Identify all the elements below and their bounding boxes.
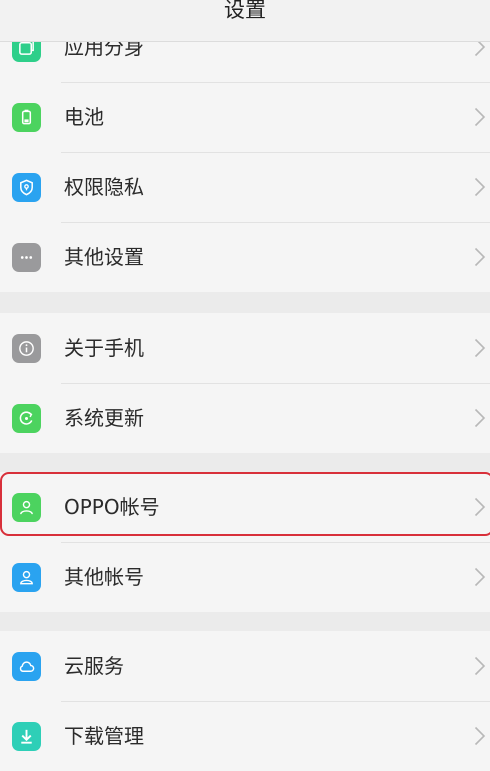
download-icon bbox=[12, 722, 41, 751]
row-label: 系统更新 bbox=[64, 406, 144, 430]
row-download-manager[interactable]: 下载管理 bbox=[0, 701, 490, 771]
title-bar: 设置 bbox=[0, 0, 490, 42]
chevron-right-icon bbox=[474, 338, 486, 358]
row-label: 云服务 bbox=[64, 654, 124, 678]
row-system-update[interactable]: 系统更新 bbox=[0, 383, 490, 453]
row-other-accounts[interactable]: 其他帐号 bbox=[0, 542, 490, 612]
row-oppo-account[interactable]: OPPO帐号 bbox=[0, 472, 490, 542]
chevron-right-icon bbox=[474, 107, 486, 127]
row-battery[interactable]: 电池 bbox=[0, 82, 490, 152]
row-label: 关于手机 bbox=[64, 336, 144, 360]
row-label: 其他帐号 bbox=[64, 565, 144, 589]
chevron-right-icon bbox=[474, 497, 486, 517]
user-icon bbox=[12, 493, 41, 522]
chevron-right-icon bbox=[474, 726, 486, 746]
row-label: 其他设置 bbox=[64, 245, 144, 269]
row-cloud-service[interactable]: 云服务 bbox=[0, 631, 490, 701]
user-outline-icon bbox=[12, 563, 41, 592]
cloud-icon bbox=[12, 652, 41, 681]
more-dots-icon bbox=[12, 243, 41, 272]
row-permissions-privacy[interactable]: 权限隐私 bbox=[0, 152, 490, 222]
info-icon bbox=[12, 334, 41, 363]
chevron-right-icon bbox=[474, 567, 486, 587]
row-other-settings[interactable]: 其他设置 bbox=[0, 222, 490, 292]
row-label: 下载管理 bbox=[64, 724, 144, 748]
chevron-right-icon bbox=[474, 247, 486, 267]
row-label: 权限隐私 bbox=[64, 175, 144, 199]
chevron-right-icon bbox=[474, 408, 486, 428]
update-icon bbox=[12, 404, 41, 433]
chevron-right-icon bbox=[474, 177, 486, 197]
settings-group-1: 应用分身 电池 权限隐私 其他设置 bbox=[0, 12, 490, 292]
row-label: 电池 bbox=[64, 105, 104, 129]
settings-group-3: OPPO帐号 其他帐号 bbox=[0, 472, 490, 612]
chevron-right-icon bbox=[474, 656, 486, 676]
page-title: 设置 bbox=[224, 0, 266, 22]
shield-icon bbox=[12, 173, 41, 202]
row-about-phone[interactable]: 关于手机 bbox=[0, 313, 490, 383]
row-label: OPPO帐号 bbox=[64, 495, 160, 519]
settings-group-2: 关于手机 系统更新 bbox=[0, 313, 490, 453]
settings-group-4: 云服务 下载管理 bbox=[0, 631, 490, 771]
battery-icon bbox=[12, 103, 41, 132]
